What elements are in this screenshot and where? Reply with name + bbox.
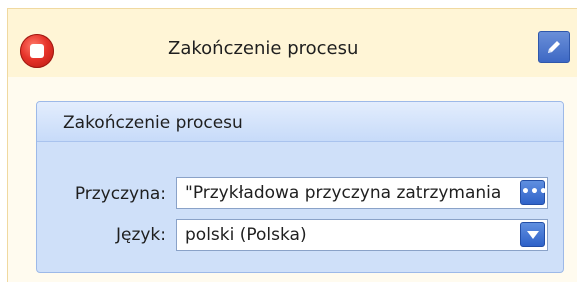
process-end-group: Zakończenie procesu Przyczyna: "Przykład…	[36, 101, 564, 273]
chevron-down-icon	[527, 231, 539, 239]
group-title: Zakończenie procesu	[63, 113, 243, 133]
reason-field[interactable]: "Przykładowa przyczyna zatrzymania •••	[176, 177, 548, 209]
reason-value: "Przykładowa przyczyna zatrzymania	[185, 183, 502, 203]
language-label: Język:	[115, 225, 166, 245]
reason-label: Przyczyna:	[74, 184, 166, 204]
page-title: Zakończenie procesu	[168, 38, 359, 59]
language-dropdown-button[interactable]	[520, 222, 545, 247]
language-value: polski (Polska)	[185, 225, 307, 245]
ellipsis-icon: •••	[521, 184, 548, 200]
panel-frame: Zakończenie procesu Zakończenie procesu …	[7, 8, 577, 282]
group-header: Zakończenie procesu	[37, 102, 563, 142]
reason-browse-button[interactable]: •••	[520, 180, 548, 205]
pencil-icon	[548, 41, 560, 53]
stop-icon	[20, 34, 54, 68]
panel-header: Zakończenie procesu	[8, 9, 577, 77]
edit-button[interactable]	[538, 31, 570, 63]
language-select[interactable]: polski (Polska)	[176, 219, 548, 251]
